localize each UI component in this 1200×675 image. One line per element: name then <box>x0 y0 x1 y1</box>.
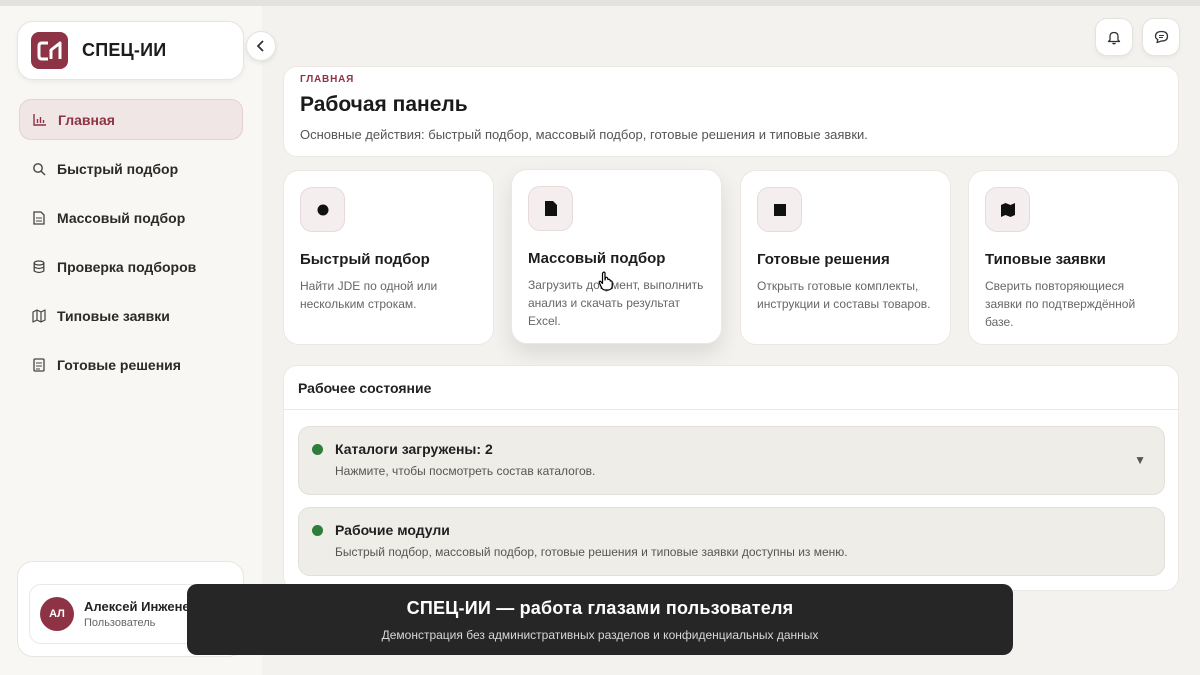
status-row-title: Каталоги загружены: 2 <box>335 441 493 457</box>
bell-icon <box>1107 31 1121 44</box>
sidebar-item-typical[interactable]: Типовые заявки <box>19 295 243 336</box>
card-description: Загрузить документ, выполнить анализ и с… <box>528 278 704 328</box>
notifications-button[interactable] <box>1095 18 1133 56</box>
sidebar-item-home[interactable]: Главная <box>19 99 243 140</box>
card-bulk-search[interactable]: Массовый подбор Загрузить документ, выпо… <box>511 169 722 344</box>
hand-cursor-icon <box>598 271 613 291</box>
sidebar-nav: Главная Быстрый подбор Массовый подбор П… <box>19 99 243 393</box>
square-icon <box>757 187 802 232</box>
map-icon <box>31 308 46 323</box>
sidebar-item-quick-search[interactable]: Быстрый подбор <box>19 148 243 189</box>
database-icon <box>31 259 46 274</box>
brand-name: СПЕЦ-ИИ <box>82 40 167 60</box>
logo-mark-icon <box>37 41 61 60</box>
sidebar-item-label: Главная <box>58 111 115 128</box>
breadcrumb: ГЛАВНАЯ <box>300 74 355 85</box>
status-panel-title: Рабочее состояние <box>284 366 1178 410</box>
card-typical-requests[interactable]: Типовые заявки Сверить повторяющиеся зая… <box>968 170 1179 345</box>
file-icon <box>528 186 573 231</box>
card-description: Сверить повторяющиеся заявки по подтверж… <box>985 279 1136 329</box>
work-status-panel: Рабочее состояние Каталоги загружены: 2 … <box>283 365 1179 591</box>
user-name: Алексей Инженер <box>84 599 198 614</box>
status-ok-dot <box>312 444 323 455</box>
card-title: Типовые заявки <box>985 251 1106 268</box>
circle-icon <box>300 187 345 232</box>
card-title: Готовые решения <box>757 251 890 268</box>
sidebar-item-label: Проверка подборов <box>57 258 197 275</box>
chevron-down-icon: ▼ <box>1134 453 1146 467</box>
status-row-catalogs[interactable]: Каталоги загружены: 2 Нажмите, чтобы пос… <box>298 426 1165 495</box>
chat-bubble-icon <box>1154 30 1168 44</box>
chat-button[interactable] <box>1142 18 1180 56</box>
card-title: Массовый подбор <box>528 250 666 267</box>
brand-card[interactable]: СПЕЦ-ИИ <box>17 21 244 80</box>
status-ok-dot <box>312 525 323 536</box>
sidebar-item-label: Массовый подбор <box>57 209 186 226</box>
status-row-description: Быстрый подбор, массовый подбор, готовые… <box>335 545 848 559</box>
page-subtitle: Основные действия: быстрый подбор, массо… <box>300 127 868 142</box>
sidebar-item-solutions[interactable]: Готовые решения <box>19 344 243 385</box>
page-header: ГЛАВНАЯ Рабочая панель Основные действия… <box>283 66 1179 157</box>
document-icon <box>31 210 46 225</box>
avatar: АЛ <box>40 597 74 631</box>
banner-title: СПЕЦ-ИИ — работа глазами пользователя <box>406 598 794 618</box>
list-icon <box>31 357 46 372</box>
search-icon <box>31 161 46 176</box>
user-role: Пользователь <box>84 617 156 629</box>
brand-logo <box>31 32 68 69</box>
card-title: Быстрый подбор <box>300 251 430 268</box>
sidebar-item-bulk-search[interactable]: Массовый подбор <box>19 197 243 238</box>
page-title: Рабочая панель <box>300 93 468 116</box>
status-row-description: Нажмите, чтобы посмотреть состав каталог… <box>335 464 596 478</box>
bar-chart-icon <box>32 112 47 127</box>
card-quick-search[interactable]: Быстрый подбор Найти JDE по одной или не… <box>283 170 494 345</box>
sidebar: СПЕЦ-ИИ Главная Быстрый подбор Массовый … <box>0 6 262 675</box>
status-row-title: Рабочие модули <box>335 522 450 538</box>
status-row-modules[interactable]: Рабочие модули Быстрый подбор, массовый … <box>298 507 1165 576</box>
card-ready-solutions[interactable]: Готовые решения Открыть готовые комплект… <box>740 170 951 345</box>
sidebar-item-label: Типовые заявки <box>57 307 170 324</box>
sidebar-item-label: Быстрый подбор <box>57 160 179 177</box>
sidebar-collapse-button[interactable] <box>246 31 276 61</box>
card-description: Открыть готовые комплекты, инструкции и … <box>757 279 931 311</box>
chevron-left-icon <box>256 40 264 52</box>
sidebar-item-label: Готовые решения <box>57 356 181 373</box>
sidebar-item-check[interactable]: Проверка подборов <box>19 246 243 287</box>
card-description: Найти JDE по одной или нескольким строка… <box>300 279 438 311</box>
demo-caption-banner: СПЕЦ-ИИ — работа глазами пользователя Де… <box>187 584 1013 655</box>
map-icon <box>985 187 1030 232</box>
banner-subtitle: Демонстрация без административных раздел… <box>381 628 819 642</box>
